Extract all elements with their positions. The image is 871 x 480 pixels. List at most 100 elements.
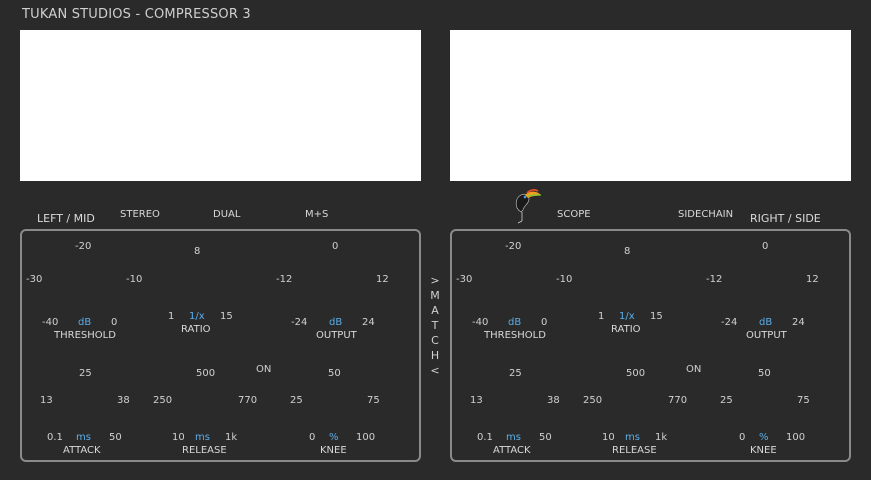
right-attack-label: ATTACK	[493, 445, 531, 456]
right-knee-unit[interactable]: %	[759, 432, 769, 443]
match-char[interactable]: T	[428, 319, 442, 332]
right-release-tick: 770	[668, 395, 688, 406]
right-output-min: -24	[721, 317, 738, 328]
left-ratio-max: 15	[220, 311, 233, 322]
left-output-max: 24	[362, 317, 375, 328]
right-threshold-label: THRESHOLD	[484, 330, 546, 341]
left-knee-on-toggle[interactable]: ON	[256, 364, 271, 375]
right-threshold-min: -40	[472, 317, 489, 328]
match-char[interactable]: H	[428, 349, 442, 362]
left-attack-tick: 13	[40, 395, 53, 406]
right-knee-max: 100	[786, 432, 806, 443]
left-scope-display[interactable]	[20, 30, 421, 181]
left-ratio-tick: 8	[194, 246, 201, 257]
left-threshold-tick: -30	[26, 274, 43, 285]
left-threshold-max: 0	[111, 317, 118, 328]
left-knee-max: 100	[356, 432, 376, 443]
left-attack-tick: 38	[117, 395, 130, 406]
stereo-mode-button[interactable]: STEREO	[120, 209, 160, 220]
right-attack-tick: 13	[470, 395, 483, 406]
left-knee-tick: 50	[328, 368, 341, 379]
left-knee-label: KNEE	[320, 445, 347, 456]
left-output-unit[interactable]: dB	[329, 317, 342, 328]
right-ratio-max: 15	[650, 311, 663, 322]
right-output-unit[interactable]: dB	[759, 317, 772, 328]
left-attack-min: 0.1	[47, 432, 63, 443]
right-threshold-tick: -30	[456, 274, 473, 285]
right-knee-on-toggle[interactable]: ON	[686, 364, 701, 375]
left-release-tick: 250	[153, 395, 173, 406]
left-threshold-label: THRESHOLD	[54, 330, 116, 341]
right-ratio-tick: 8	[624, 246, 631, 257]
right-release-unit[interactable]: ms	[625, 432, 640, 443]
right-ratio-unit[interactable]: 1/x	[619, 311, 635, 322]
sidechain-button[interactable]: SIDECHAIN	[678, 209, 733, 220]
left-mid-channel-label: LEFT / MID	[37, 212, 95, 225]
right-control-panel	[450, 229, 851, 462]
right-threshold-tick: -10	[556, 274, 573, 285]
match-char[interactable]: A	[428, 304, 442, 317]
left-release-tick: 500	[196, 368, 216, 379]
ms-mode-button[interactable]: M+S	[305, 209, 328, 220]
left-release-label: RELEASE	[182, 445, 227, 456]
right-knee-tick: 50	[758, 368, 771, 379]
left-output-label: OUTPUT	[316, 330, 357, 341]
left-output-tick: 12	[376, 274, 389, 285]
right-side-channel-label: RIGHT / SIDE	[750, 212, 821, 225]
right-knee-min: 0	[739, 432, 746, 443]
left-knee-tick: 75	[367, 395, 380, 406]
left-knee-min: 0	[309, 432, 316, 443]
right-attack-max: 50	[539, 432, 552, 443]
match-char[interactable]: M	[428, 289, 442, 302]
dual-mode-button[interactable]: DUAL	[213, 209, 240, 220]
right-output-max: 24	[792, 317, 805, 328]
right-attack-tick: 38	[547, 395, 560, 406]
scope-button[interactable]: SCOPE	[557, 209, 591, 220]
right-output-tick: 12	[806, 274, 819, 285]
right-knee-label: KNEE	[750, 445, 777, 456]
right-attack-tick: 25	[509, 368, 522, 379]
left-ratio-label: RATIO	[181, 324, 211, 335]
right-knee-tick: 25	[720, 395, 733, 406]
right-output-tick: -12	[706, 274, 723, 285]
right-ratio-min: 1	[598, 311, 605, 322]
right-knee-tick: 75	[797, 395, 810, 406]
left-output-min: -24	[291, 317, 308, 328]
left-knee-unit[interactable]: %	[329, 432, 339, 443]
left-threshold-unit[interactable]: dB	[78, 317, 91, 328]
left-threshold-min: -40	[42, 317, 59, 328]
left-release-tick: 770	[238, 395, 258, 406]
match-char[interactable]: C	[428, 334, 442, 347]
right-ratio-label: RATIO	[611, 324, 641, 335]
right-attack-unit[interactable]: ms	[506, 432, 521, 443]
left-ratio-unit[interactable]: 1/x	[189, 311, 205, 322]
right-release-tick: 250	[583, 395, 603, 406]
left-threshold-tick: -10	[126, 274, 143, 285]
right-output-tick: 0	[762, 241, 769, 252]
left-ratio-min: 1	[168, 311, 175, 322]
left-release-unit[interactable]: ms	[195, 432, 210, 443]
right-attack-min: 0.1	[477, 432, 493, 443]
left-attack-unit[interactable]: ms	[76, 432, 91, 443]
left-release-max: 1k	[225, 432, 238, 443]
left-output-tick: -12	[276, 274, 293, 285]
right-release-label: RELEASE	[612, 445, 657, 456]
right-release-tick: 500	[626, 368, 646, 379]
left-attack-label: ATTACK	[63, 445, 101, 456]
right-scope-display[interactable]	[450, 30, 851, 181]
left-attack-tick: 25	[79, 368, 92, 379]
left-release-min: 10	[172, 432, 185, 443]
toucan-logo-icon	[515, 189, 542, 224]
right-threshold-max: 0	[541, 317, 548, 328]
right-release-min: 10	[602, 432, 615, 443]
right-threshold-tick: -20	[505, 241, 522, 252]
match-char[interactable]: <	[428, 364, 442, 377]
right-output-label: OUTPUT	[746, 330, 787, 341]
left-attack-max: 50	[109, 432, 122, 443]
left-control-panel	[20, 229, 421, 462]
app-title: TUKAN STUDIOS - COMPRESSOR 3	[22, 7, 251, 22]
left-knee-tick: 25	[290, 395, 303, 406]
left-threshold-tick: -20	[75, 241, 92, 252]
match-char[interactable]: >	[428, 274, 442, 287]
right-threshold-unit[interactable]: dB	[508, 317, 521, 328]
